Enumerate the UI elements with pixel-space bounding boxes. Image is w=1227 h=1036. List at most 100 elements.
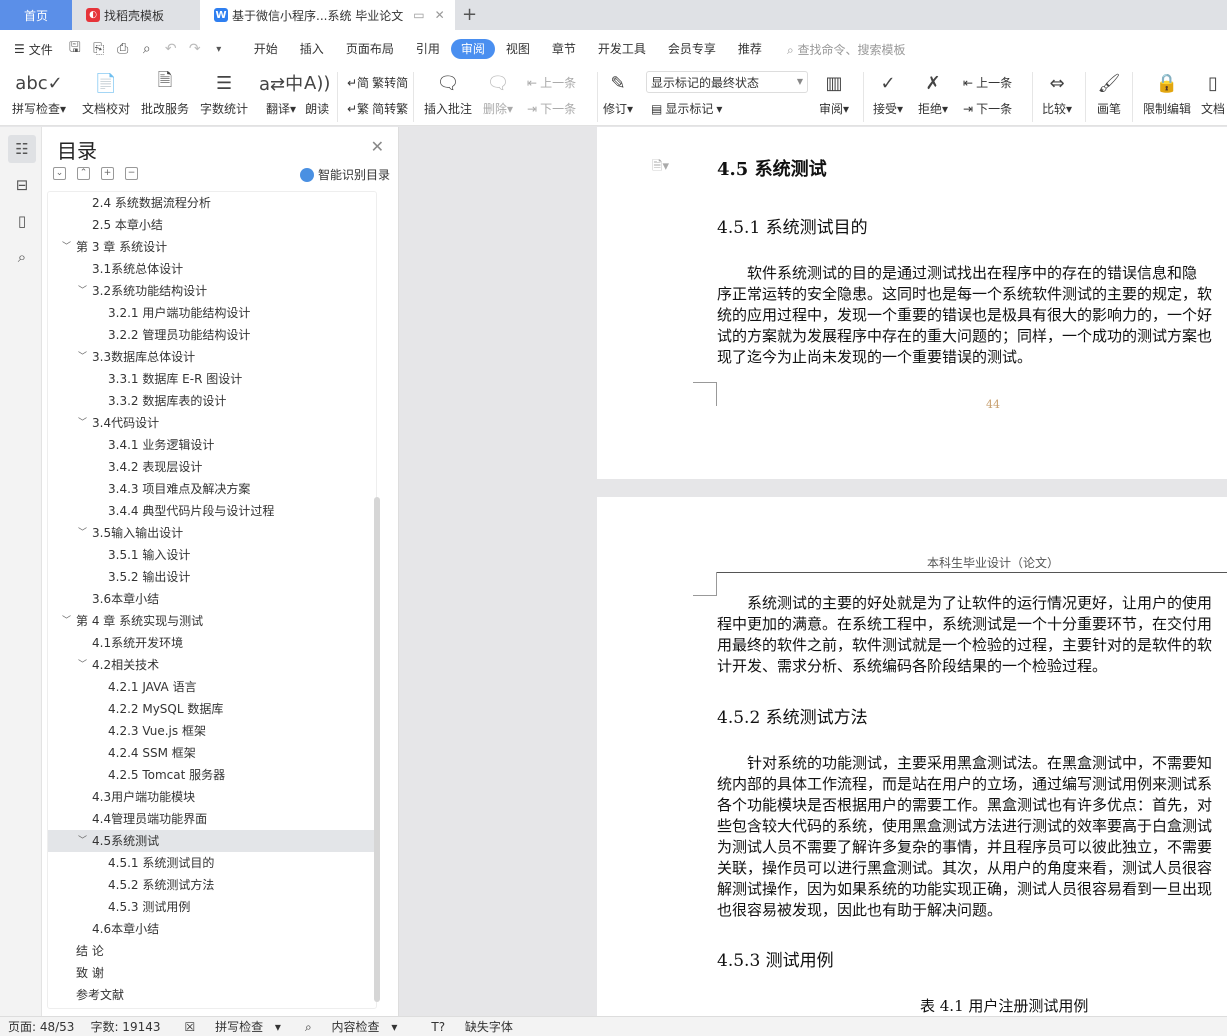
menu-tab[interactable]: 插入 [289,39,335,59]
tab-home[interactable]: 首页 [0,0,72,30]
print-preview-icon[interactable]: ⌕ [135,41,159,57]
outline-item[interactable]: 3.6本章小结 [48,588,376,610]
menu-tab[interactable]: 会员专享 [657,39,727,59]
simplified-to-traditional-button[interactable]: ↵繁 简转繁 [347,100,408,117]
translate-button[interactable]: a⇄中 翻译▾ [259,68,303,117]
outline-item[interactable]: 4.5.1 系统测试目的 [48,852,376,874]
menu-tab[interactable]: 开始 [243,39,289,59]
outline-item[interactable]: 3.4.4 典型代码片段与设计过程 [48,500,376,522]
new-tab-button[interactable]: + [462,4,477,25]
chevron-up-icon[interactable]: ⌃ [77,167,90,180]
outline-icon[interactable]: ☷ [8,135,36,163]
show-markup-button[interactable]: ▤ 显示标记 ▾ [651,100,722,117]
menu-tab[interactable]: 页面布局 [335,39,405,59]
outline-item[interactable]: 2.4 系统数据流程分析 [48,192,376,214]
page-indicator[interactable]: 页面: 48/53 [0,1018,82,1035]
correction-button[interactable]: 🗎 批改服务 [141,68,189,117]
prev-change-button[interactable]: ⇤ 上一条 [963,74,1012,91]
menu-tab[interactable]: 审阅 [450,39,495,59]
outline-item[interactable]: 4.6本章小结 [48,918,376,940]
read-aloud-button[interactable]: A)) 朗读 [304,68,330,117]
outline-item[interactable]: 4.5.3 测试用例 [48,896,376,918]
word-count-button[interactable]: ☰ 字数统计 [200,68,248,117]
tab-document[interactable]: W 基于微信小程序...系统 毕业论文 ▭ ✕ [200,0,455,30]
outline-item[interactable]: 3.4.1 业务逻辑设计 [48,434,376,456]
content-check-status[interactable]: ⌕ 内容检查 ▾ [289,1018,405,1035]
missing-font-status[interactable]: T? 缺失字体 [415,1018,529,1035]
outline-item[interactable]: 3.3.2 数据库表的设计 [48,390,376,412]
outline-item[interactable]: 2.5 本章小结 [48,214,376,236]
expand-chevron-icon[interactable]: ﹀ [78,346,87,368]
outline-item[interactable]: 4.4管理员端功能界面 [48,808,376,830]
outline-item[interactable]: 3.2.2 管理员功能结构设计 [48,324,376,346]
file-menu[interactable]: ☰ 文件 [0,41,63,58]
outline-item[interactable]: 3.5.1 输入设计 [48,544,376,566]
track-changes-button[interactable]: ✎ 修订▾ [603,68,633,117]
search-command[interactable]: ⌕ 查找命令、搜索模板 [787,41,906,58]
collapse-icon[interactable]: − [125,167,138,180]
bookmark-icon[interactable]: ▯ [8,207,36,235]
doc-permission-button[interactable]: ▯ 文档 [1201,68,1225,117]
traditional-to-simplified-button[interactable]: ↵简 繁转简 [347,74,408,91]
outline-item[interactable]: ﹀ 3.4代码设计 [48,412,376,434]
spell-check-button[interactable]: abc✓ 拼写检查▾ [12,68,66,117]
menu-tab[interactable]: 章节 [541,39,587,59]
pin-icon[interactable]: ▭ [413,8,424,22]
menu-tab[interactable]: 引用 [405,39,451,59]
expand-chevron-icon[interactable]: ﹀ [62,610,71,632]
outline-item[interactable]: 4.3用户端功能模块 [48,786,376,808]
outline-item[interactable]: ﹀ 3.5输入输出设计 [48,522,376,544]
undo-icon[interactable]: ↶ [159,41,183,57]
expand-chevron-icon[interactable]: ﹀ [78,412,87,434]
outline-item[interactable]: 结 论 [48,940,376,962]
outline-item[interactable]: ﹀ 4.5系统测试 [48,830,376,852]
markup-state-select[interactable]: 显示标记的最终状态 ▼ [646,71,808,93]
restrict-edit-button[interactable]: 🔒 限制编辑 [1143,68,1191,117]
outline-item[interactable]: 参考文献 [48,984,376,1006]
search-icon[interactable]: ⌕ [8,243,36,271]
outline-item[interactable]: 4.1系统开发环境 [48,632,376,654]
pen-button[interactable]: 🖌 画笔 [1097,68,1121,117]
menu-tab[interactable]: 视图 [495,39,541,59]
save-icon[interactable]: 🖫 [63,37,87,61]
outline-item[interactable]: 3.2.1 用户端功能结构设计 [48,302,376,324]
export-icon[interactable]: ⎘ [87,41,111,57]
reject-button[interactable]: ✗ 拒绝▾ [918,68,948,117]
outline-item[interactable]: 4.2.1 JAVA 语言 [48,676,376,698]
menu-tab[interactable]: 开发工具 [587,39,657,59]
expand-chevron-icon[interactable]: ﹀ [78,830,87,852]
next-change-button[interactable]: ⇥ 下一条 [963,100,1012,117]
proofread-button[interactable]: 📄 文档校对 [82,68,130,117]
outline-item[interactable]: 3.5.2 输出设计 [48,566,376,588]
outline-item[interactable]: 3.1系统总体设计 [48,258,376,280]
menu-tab[interactable]: 推荐 [727,39,773,59]
outline-item[interactable]: 3.4.2 表现层设计 [48,456,376,478]
expand-chevron-icon[interactable]: ﹀ [78,280,87,302]
outline-item[interactable]: ﹀ 第 4 章 系统实现与测试 [48,610,376,632]
chapter-nav-icon[interactable]: ⊟ [8,171,36,199]
insert-comment-button[interactable]: 🗨 插入批注 [424,68,472,117]
outline-item[interactable]: 4.2.2 MySQL 数据库 [48,698,376,720]
expand-icon[interactable]: + [101,167,114,180]
expand-chevron-icon[interactable]: ﹀ [78,522,87,544]
review-pane-button[interactable]: ▥ 审阅▾ [819,68,849,117]
outline-item[interactable]: ﹀ 4.2相关技术 [48,654,376,676]
page-menu-icon[interactable]: 🗎▾ [652,157,669,179]
outline-item[interactable]: 4.2.3 Vue.js 框架 [48,720,376,742]
customize-chevron-icon[interactable]: ▾ [207,44,231,55]
outline-item[interactable]: ﹀ 3.2系统功能结构设计 [48,280,376,302]
expand-chevron-icon[interactable]: ﹀ [62,236,71,258]
next-comment-button[interactable]: ⇥ 下一条 [527,100,576,117]
word-count[interactable]: 字数: 19143 [82,1018,168,1035]
outline-item[interactable]: 3.4.3 项目难点及解决方案 [48,478,376,500]
outline-item[interactable]: 4.2.5 Tomcat 服务器 [48,764,376,786]
outline-item[interactable]: 致 谢 [48,962,376,984]
outline-scrollbar[interactable] [374,497,380,1002]
outline-item[interactable]: 4.5.2 系统测试方法 [48,874,376,896]
close-icon[interactable]: ✕ [371,137,384,156]
expand-chevron-icon[interactable]: ﹀ [78,654,87,676]
prev-comment-button[interactable]: ⇤ 上一条 [527,74,576,91]
accept-button[interactable]: ✓ 接受▾ [873,68,903,117]
redo-icon[interactable]: ↷ [183,41,207,57]
delete-comment-button[interactable]: 🗨 删除▾ [483,68,513,117]
